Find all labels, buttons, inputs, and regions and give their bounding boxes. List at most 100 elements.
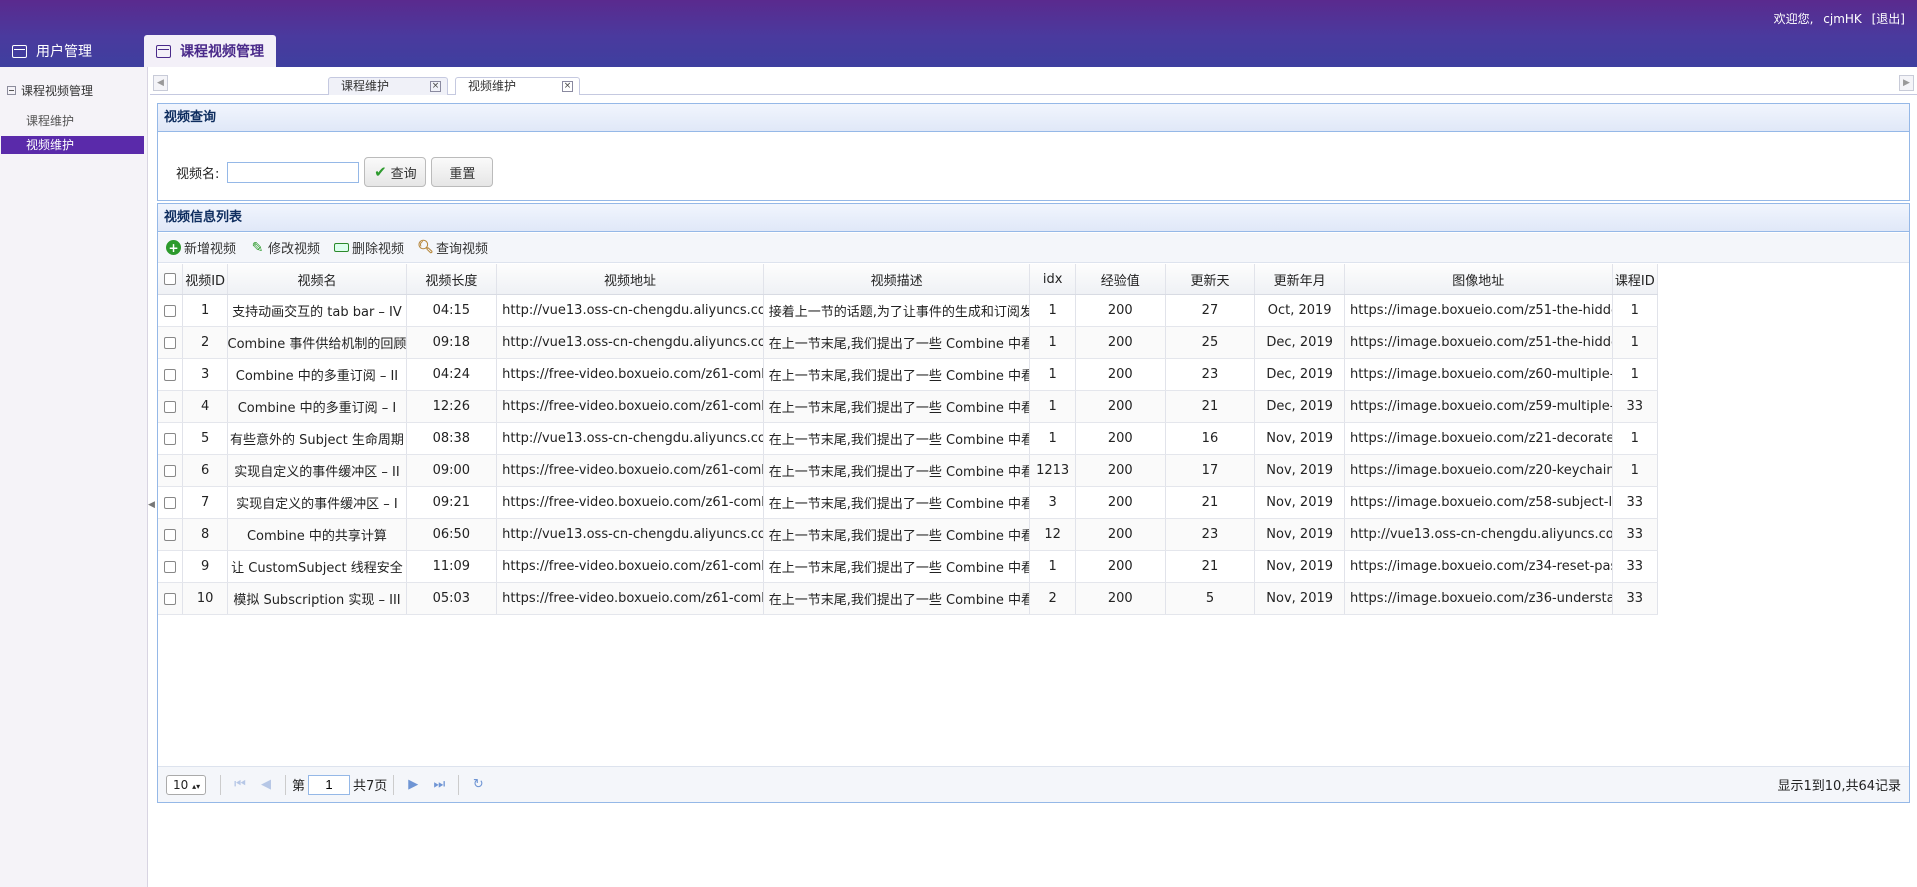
table-row[interactable]: 1 支持动画交互的 tab bar – IV 04:15 http://vue13.o… bbox=[158, 295, 1659, 327]
table-row[interactable]: 6 实现自定义的事件缓冲区 – II 09:00 https://free-video… bbox=[158, 455, 1659, 487]
table-row[interactable]: 10 模拟 Subscription 实现 – III 05:03 https://f… bbox=[158, 583, 1659, 615]
table-cell: Nov, 2019 bbox=[1255, 455, 1346, 486]
column-header[interactable]: 更新天 bbox=[1166, 264, 1256, 294]
row-checkbox[interactable] bbox=[163, 528, 176, 541]
table-cell: 200 bbox=[1076, 455, 1166, 486]
row-checkbox[interactable] bbox=[163, 336, 176, 349]
column-header[interactable]: 图像地址 bbox=[1345, 264, 1613, 294]
table-cell: Nov, 2019 bbox=[1255, 583, 1346, 614]
column-header[interactable]: 经验值 bbox=[1076, 264, 1166, 294]
tab-user-management[interactable]: 用户管理 bbox=[0, 35, 104, 67]
table-cell: 09:18 bbox=[407, 327, 498, 358]
row-checkbox[interactable] bbox=[163, 496, 176, 509]
page-info: 显示1到10,共64记录 bbox=[1777, 779, 1902, 794]
table-cell: 1 bbox=[1030, 423, 1076, 454]
refresh-icon[interactable]: ↻ bbox=[468, 775, 488, 795]
table-cell: 在上一节末尾,我们提出了一些 Combine 中看似 bbox=[764, 551, 1031, 582]
first-page-icon[interactable]: ⏮ bbox=[230, 775, 250, 795]
sub-tab-strip: ◀ 课程维护 × 视频维护 × ▶ bbox=[150, 75, 1917, 95]
select-all-checkbox-cell bbox=[158, 264, 183, 294]
table-cell: 1 bbox=[1030, 391, 1076, 422]
select-all-checkbox[interactable] bbox=[163, 273, 176, 285]
table-cell: 23 bbox=[1166, 359, 1256, 390]
table-cell: Nov, 2019 bbox=[1255, 551, 1346, 582]
separator bbox=[220, 774, 221, 795]
table-cell: 实现自定义的事件缓冲区 – I bbox=[228, 487, 407, 518]
video-name-input[interactable] bbox=[227, 161, 360, 183]
column-header[interactable]: 视频描述 bbox=[764, 264, 1031, 294]
table-cell: 200 bbox=[1076, 519, 1166, 550]
prev-page-icon[interactable]: ◀ bbox=[256, 775, 276, 795]
query-button[interactable]: ✔ 查询 bbox=[364, 157, 427, 187]
table-cell: Combine 中的多重订阅 – I bbox=[228, 391, 407, 422]
tab-scroll-left-icon[interactable]: ◀ bbox=[153, 75, 168, 91]
list-toolbar: + 新增视频 ✎ 修改视频 删除视频 🔍︎ 查询视频 bbox=[158, 233, 1909, 263]
video-search-panel: 视频查询 视频名: ✔ 查询 重置 bbox=[157, 103, 1910, 201]
plus-icon: + bbox=[166, 240, 181, 255]
sidebar-group-course-video[interactable]: 课程视频管理 bbox=[7, 82, 93, 99]
row-checkbox[interactable] bbox=[163, 560, 176, 573]
edit-video-label: 修改视频 bbox=[268, 242, 321, 257]
last-page-icon[interactable]: ⏭ bbox=[429, 775, 449, 795]
logout-link[interactable]: [退出] bbox=[1872, 12, 1905, 26]
column-header[interactable]: 视频名 bbox=[228, 264, 407, 294]
search-icon: 🔍︎ bbox=[417, 240, 434, 255]
table-cell: 09:00 bbox=[407, 455, 498, 486]
row-checkbox[interactable] bbox=[163, 464, 176, 477]
sidebar-item-video-maintenance[interactable]: 视频维护 bbox=[1, 136, 144, 154]
add-video-button[interactable]: + 新增视频 bbox=[166, 238, 236, 257]
column-header[interactable]: 视频地址 bbox=[497, 264, 764, 294]
reset-button[interactable]: 重置 bbox=[431, 157, 494, 187]
query-video-button[interactable]: 🔍︎ 查询视频 bbox=[417, 238, 489, 257]
close-icon[interactable]: × bbox=[562, 81, 573, 92]
row-checkbox[interactable] bbox=[163, 400, 176, 413]
sidebar-collapse-handle[interactable]: ◀ bbox=[148, 487, 155, 523]
row-checkbox[interactable] bbox=[163, 432, 176, 445]
panel-title: 视频查询 bbox=[158, 104, 1909, 132]
delete-video-button[interactable]: 删除视频 bbox=[334, 238, 404, 257]
table-cell: 3 bbox=[183, 359, 229, 390]
table-cell: 3 bbox=[1030, 487, 1076, 518]
sidebar-item-course-maintenance[interactable]: 课程维护 bbox=[1, 112, 144, 130]
table-row[interactable]: 8 Combine 中的共享计算 06:50 http://vue13.oss-cn-… bbox=[158, 519, 1659, 551]
column-header[interactable]: 更新年月 bbox=[1255, 264, 1346, 294]
table-cell: 1 bbox=[1030, 327, 1076, 358]
edit-video-button[interactable]: ✎ 修改视频 bbox=[250, 238, 321, 258]
table-row[interactable]: 7 实现自定义的事件缓冲区 – I 09:21 https://free-video.… bbox=[158, 487, 1659, 519]
row-checkbox[interactable] bbox=[163, 592, 176, 605]
table-row[interactable]: 3 Combine 中的多重订阅 – II 04:24 https://free-vi… bbox=[158, 359, 1659, 391]
subtab-course-maintenance[interactable]: 课程维护 × bbox=[328, 77, 448, 95]
table-cell: 在上一节末尾,我们提出了一些 Combine 中看似 bbox=[764, 583, 1031, 614]
column-header[interactable]: 课程ID bbox=[1613, 264, 1659, 294]
delete-icon bbox=[334, 240, 350, 255]
page-number-input[interactable] bbox=[308, 774, 351, 795]
close-icon[interactable]: × bbox=[430, 81, 441, 92]
table-row[interactable]: 4 Combine 中的多重订阅 – I 12:26 https://free-vid… bbox=[158, 391, 1659, 423]
video-name-label: 视频名: bbox=[176, 166, 220, 182]
row-checkbox[interactable] bbox=[163, 304, 176, 317]
tab-course-video-management[interactable]: 课程视频管理 bbox=[144, 35, 276, 67]
table-cell: 10 bbox=[183, 583, 229, 614]
tab-scroll-right-icon[interactable]: ▶ bbox=[1899, 75, 1914, 91]
table-cell: http://vue13.oss-cn-chengdu.aliyuncs.com… bbox=[497, 327, 764, 358]
column-header[interactable]: 视频长度 bbox=[407, 264, 498, 294]
welcome-text: 欢迎您, bbox=[1773, 12, 1814, 26]
table-cell: https://image.boxueio.com/z36-understand… bbox=[1345, 583, 1613, 614]
column-header[interactable]: idx bbox=[1030, 264, 1076, 294]
table-cell: http://vue13.oss-cn-chengdu.aliyuncs.com… bbox=[497, 519, 764, 550]
table-row[interactable]: 9让 CustomSubject 线程安全 11:09 https://free-v… bbox=[158, 551, 1659, 583]
subtab-label: 视频维护 bbox=[468, 79, 517, 93]
query-video-label: 查询视频 bbox=[436, 242, 489, 257]
table-cell: 11:09 bbox=[407, 551, 498, 582]
column-header[interactable]: 视频ID bbox=[183, 264, 229, 294]
table-cell: 1 bbox=[1030, 359, 1076, 390]
table-row[interactable]: 5 有些意外的 Subject 生命周期 08:38 http://vue13.oss… bbox=[158, 423, 1659, 455]
next-page-icon[interactable]: ▶ bbox=[403, 775, 423, 795]
collapse-icon[interactable] bbox=[7, 86, 16, 95]
window-icon bbox=[156, 44, 171, 58]
page-size-select[interactable]: 10 ▴▾ bbox=[166, 774, 206, 795]
row-checkbox[interactable] bbox=[163, 368, 176, 381]
table-cell: 在上一节末尾,我们提出了一些 Combine 中看似 bbox=[764, 327, 1031, 358]
table-row[interactable]: 2 Combine 事件供给机制的回顾 09:18 http://vue13.oss-… bbox=[158, 327, 1659, 359]
subtab-video-maintenance[interactable]: 视频维护 × bbox=[455, 77, 580, 95]
